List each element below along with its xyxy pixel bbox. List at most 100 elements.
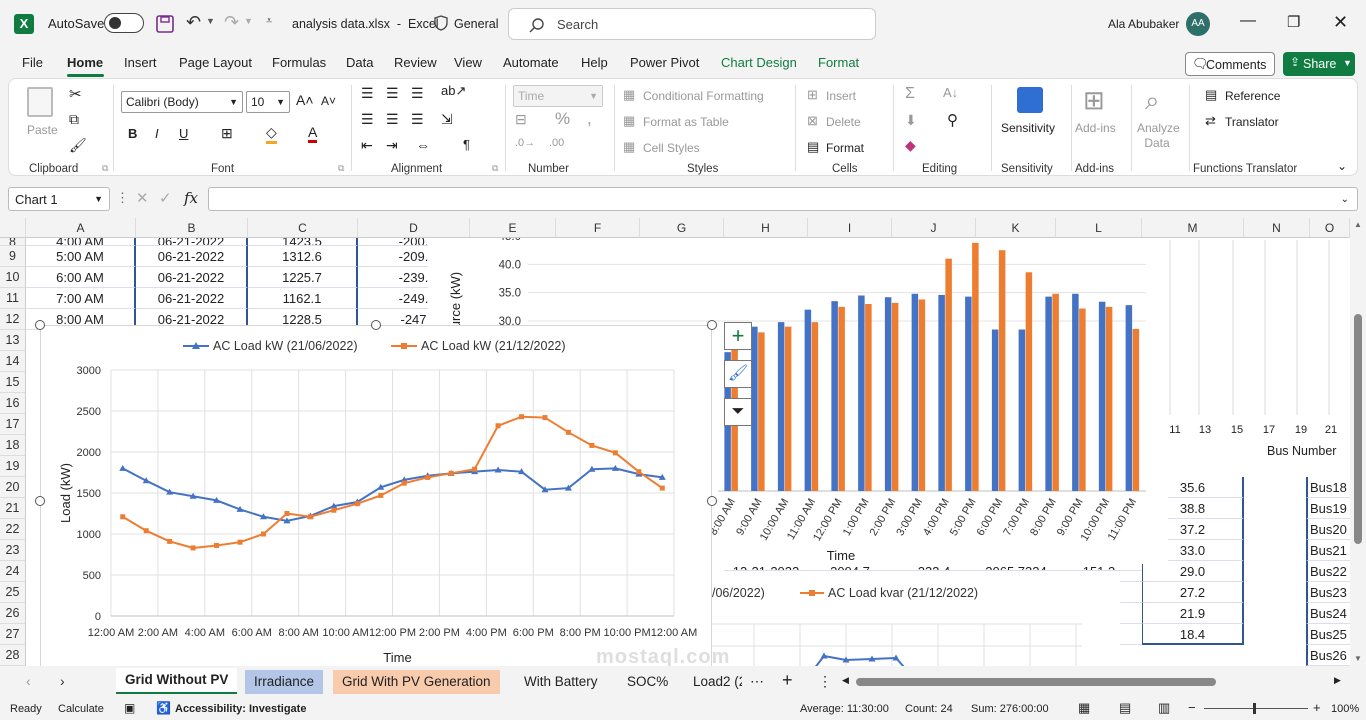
row-header[interactable]: 21 [0, 498, 26, 519]
alignment-launcher-icon[interactable]: ⧉ [492, 163, 498, 174]
fill-color-icon[interactable]: ◇ [266, 124, 277, 144]
font-name-select[interactable]: Calibri (Body) ▼ [121, 91, 243, 113]
table-cell[interactable]: Bus18 [1306, 477, 1350, 498]
increase-decimal-icon[interactable]: .0→ [515, 137, 535, 149]
close-icon[interactable]: ✕ [1333, 12, 1348, 33]
clipboard-launcher-icon[interactable]: ⧉ [102, 163, 108, 174]
name-box[interactable]: Chart 1 ▼ [8, 187, 110, 211]
translator-button[interactable]: Translator [1225, 115, 1279, 129]
row-header[interactable]: 25 [0, 582, 26, 603]
bold-icon[interactable]: B [128, 126, 137, 141]
sort-filter-icon[interactable]: A↓ [943, 85, 958, 100]
status-accessibility[interactable]: Accessibility: Investigate [175, 703, 306, 715]
empty-cell[interactable] [1120, 582, 1142, 603]
tab-home[interactable]: Home [67, 55, 103, 70]
hscroll-left-icon[interactable]: ◀ [842, 675, 849, 686]
chevron-down-icon[interactable]: ⌄ [1341, 194, 1349, 205]
share-button[interactable]: ⇪ Share ▼ [1283, 52, 1355, 76]
resize-handle[interactable] [371, 320, 381, 330]
column-header[interactable]: M [1142, 218, 1244, 238]
tab-file[interactable]: File [22, 55, 43, 70]
row-header[interactable]: 28 [0, 645, 26, 666]
column-header[interactable]: B [136, 218, 248, 238]
insert-button[interactable]: Insert [826, 89, 856, 103]
table-cell[interactable]: Bus25 [1306, 624, 1350, 645]
table-cell[interactable]: 1225.7 [248, 267, 358, 288]
scroll-down-icon[interactable]: ▼ [1354, 654, 1362, 663]
comma-icon[interactable]: , [587, 109, 592, 129]
orientation-icon[interactable]: ab↗ [441, 83, 466, 99]
tab-format[interactable]: Format [818, 55, 859, 70]
font-size-select[interactable]: 10 ▼ [246, 91, 290, 113]
zoom-level[interactable]: 100% [1331, 703, 1359, 715]
paste-icon[interactable] [27, 87, 53, 117]
tab-formulas[interactable]: Formulas [272, 55, 326, 70]
line-chart[interactable]: 0 500 1000 1500 2000 2500 3000 12:00 AM 2:00 AM 4… [40, 325, 712, 666]
table-cell[interactable]: 06-21-2022 [136, 246, 248, 267]
tab-help[interactable]: Help [581, 55, 608, 70]
page-break-view-icon[interactable]: ▥ [1158, 700, 1170, 716]
minimize-icon[interactable]: — [1240, 12, 1256, 30]
decrease-indent-icon[interactable]: ⇤ [361, 137, 373, 154]
row-header[interactable]: 27 [0, 624, 26, 645]
table-cell[interactable]: Bus20 [1306, 519, 1350, 540]
select-all-corner[interactable] [0, 218, 26, 238]
table-cell[interactable]: 1162.1 [248, 288, 358, 309]
reference-button[interactable]: Reference [1225, 89, 1280, 103]
row-header[interactable]: 13 [0, 330, 26, 351]
align-center-icon[interactable]: ☰ [386, 111, 399, 128]
column-header[interactable]: G [640, 218, 724, 238]
add-sheet-icon[interactable]: + [782, 670, 793, 691]
find-select-icon[interactable]: ⚲ [947, 111, 958, 129]
align-top-icon[interactable]: ☰ [361, 85, 374, 102]
row-header[interactable]: 22 [0, 519, 26, 540]
chart-styles-button[interactable]: 🖌 [724, 360, 752, 388]
table-cell[interactable]: 27.2 [1142, 582, 1244, 603]
table-cell[interactable]: 7:00 AM [26, 288, 136, 309]
table-cell[interactable]: 18.4 [1142, 624, 1244, 645]
enter-icon[interactable]: ✓ [159, 189, 172, 207]
collapse-ribbon-icon[interactable]: ⌄ [1337, 159, 1347, 173]
sheet-tab-grid-with-pv[interactable]: Grid With PV Generation [333, 670, 500, 694]
borders-icon[interactable]: ⊞ [221, 125, 233, 142]
search-box[interactable]: Search [508, 8, 876, 40]
row-header[interactable]: 16 [0, 393, 26, 414]
increase-font-icon[interactable]: A˄ [296, 92, 314, 108]
row-header[interactable]: 12 [0, 309, 26, 330]
row-header[interactable]: 17 [0, 414, 26, 435]
sensitivity-shield-icon[interactable] [434, 15, 448, 31]
underline-icon[interactable]: U [179, 126, 188, 141]
clear-icon[interactable]: ◆ [905, 137, 916, 154]
table-cell[interactable]: 6:00 AM [26, 267, 136, 288]
accounting-icon[interactable]: ⊟ [515, 111, 527, 128]
horizontal-scrollbar[interactable] [856, 678, 1216, 686]
resize-handle[interactable] [707, 496, 717, 506]
table-cell[interactable]: 29.0 [1142, 561, 1244, 582]
undo-icon[interactable]: ↶ [186, 12, 201, 33]
table-cell[interactable]: 21.9 [1142, 603, 1244, 624]
sensitivity-label[interactable]: General [454, 17, 498, 31]
autosave-toggle[interactable] [104, 13, 144, 33]
tab-page-layout[interactable]: Page Layout [179, 55, 252, 70]
tab-automate[interactable]: Automate [503, 55, 559, 70]
column-header[interactable]: I [808, 218, 892, 238]
chart-filters-button[interactable]: ⏷ [724, 398, 752, 426]
table-cell[interactable]: 06-21-2022 [136, 267, 248, 288]
table-cell[interactable]: Bus22 [1306, 561, 1350, 582]
table-cell[interactable]: Bus21 [1306, 540, 1350, 561]
italic-icon[interactable]: I [155, 126, 159, 141]
format-painter-icon[interactable]: 🖌 [69, 137, 87, 154]
column-header[interactable]: L [1056, 218, 1142, 238]
decrease-decimal-icon[interactable]: .00 [549, 137, 564, 149]
cut-icon[interactable]: ✂ [69, 85, 82, 103]
tab-insert[interactable]: Insert [124, 55, 157, 70]
row-header[interactable]: 26 [0, 603, 26, 624]
cell-styles-button[interactable]: Cell Styles [643, 141, 700, 155]
avatar[interactable]: AA [1186, 12, 1210, 36]
row-header[interactable]: 10 [0, 267, 26, 288]
wrap-text-icon[interactable]: ⇲ [441, 111, 453, 128]
row-header[interactable]: 15 [0, 372, 26, 393]
kvar-chart[interactable]: /06/2022) AC Load kvar (21/12/2022) [712, 574, 1123, 666]
analyze-data-button[interactable]: Analyze Data [1137, 121, 1180, 151]
column-header[interactable]: E [470, 218, 556, 238]
